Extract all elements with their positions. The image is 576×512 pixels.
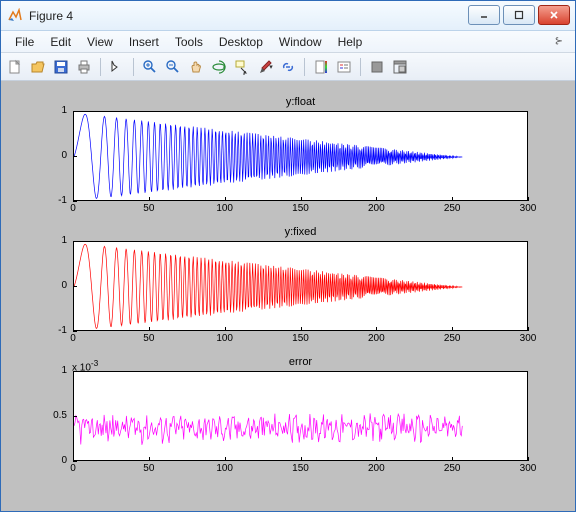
x-tick-label: 150: [291, 463, 311, 474]
line-error: [74, 372, 527, 460]
toolbar: ▾: [1, 53, 575, 81]
x-tick-label: 50: [139, 463, 159, 474]
x-tick-label: 300: [518, 203, 538, 214]
x-tick-label: 250: [442, 333, 462, 344]
x-tick-label: 50: [139, 333, 159, 344]
y-tick-label: 0: [61, 280, 67, 291]
print-icon[interactable]: [74, 57, 94, 77]
menu-bar: File Edit View Insert Tools Desktop Wind…: [1, 31, 575, 53]
x-tick-label: 300: [518, 333, 538, 344]
line-yfixed: [74, 242, 527, 330]
pan-icon[interactable]: [186, 57, 206, 77]
minimize-button[interactable]: [468, 5, 500, 25]
zoom-in-icon[interactable]: [140, 57, 160, 77]
new-figure-icon[interactable]: [5, 57, 25, 77]
x-tick-label: 100: [215, 333, 235, 344]
y-tick-label: 0: [61, 455, 67, 466]
maximize-button[interactable]: [503, 5, 535, 25]
menu-insert[interactable]: Insert: [121, 33, 167, 51]
title-bar[interactable]: Figure 4: [1, 1, 575, 31]
x-tick-label: 100: [215, 203, 235, 214]
x-tick-label: 200: [366, 203, 386, 214]
x-tick-label: 200: [366, 333, 386, 344]
x-tick-label: 100: [215, 463, 235, 474]
x-tick-label: 300: [518, 463, 538, 474]
brush-icon[interactable]: ▾: [255, 57, 275, 77]
data-cursor-icon[interactable]: [232, 57, 252, 77]
x-tick-label: 200: [366, 463, 386, 474]
y-tick-label: 1: [61, 365, 67, 376]
menu-file[interactable]: File: [7, 33, 42, 51]
window-title: Figure 4: [29, 9, 468, 23]
zoom-out-icon[interactable]: [163, 57, 183, 77]
menu-help[interactable]: Help: [330, 33, 371, 51]
insert-legend-icon[interactable]: [334, 57, 354, 77]
rotate-3d-icon[interactable]: [209, 57, 229, 77]
x-tick-label: 250: [442, 463, 462, 474]
dock-icon[interactable]: [390, 57, 410, 77]
save-icon[interactable]: [51, 57, 71, 77]
menu-more-icon[interactable]: ⊱: [555, 36, 569, 47]
axes-title-error: error: [74, 356, 527, 368]
hide-tools-icon[interactable]: [367, 57, 387, 77]
y-tick-label: 0.5: [53, 410, 67, 421]
edit-plot-icon[interactable]: [107, 57, 127, 77]
menu-desktop[interactable]: Desktop: [211, 33, 271, 51]
plot-area: y:float y:fixed error x 10-3 05010015020…: [1, 81, 575, 511]
y-tick-label: -1: [58, 325, 67, 336]
y-tick-label: -1: [58, 195, 67, 206]
y-tick-label: 0: [61, 150, 67, 161]
insert-colorbar-icon[interactable]: [311, 57, 331, 77]
x-tick-label: 150: [291, 203, 311, 214]
axes-yfixed[interactable]: y:fixed: [73, 241, 528, 331]
x-tick-label: 150: [291, 333, 311, 344]
y-tick-label: 1: [61, 105, 67, 116]
menu-window[interactable]: Window: [271, 33, 330, 51]
matlab-icon: [7, 8, 23, 24]
axes-title-yfloat: y:float: [74, 96, 527, 108]
menu-edit[interactable]: Edit: [42, 33, 79, 51]
window-buttons: [468, 1, 575, 30]
close-button[interactable]: [538, 5, 570, 25]
open-icon[interactable]: [28, 57, 48, 77]
y-tick-label: 1: [61, 235, 67, 246]
menu-view[interactable]: View: [79, 33, 121, 51]
axes-title-yfixed: y:fixed: [74, 226, 527, 238]
x-tick-label: 50: [139, 203, 159, 214]
line-yfloat: [74, 112, 527, 200]
link-icon[interactable]: [278, 57, 298, 77]
x-tick-label: 250: [442, 203, 462, 214]
axes-error[interactable]: error x 10-3: [73, 371, 528, 461]
menu-tools[interactable]: Tools: [167, 33, 211, 51]
figure-window: Figure 4 File Edit View Insert Tools Des…: [0, 0, 576, 512]
axes-yfloat[interactable]: y:float: [73, 111, 528, 201]
